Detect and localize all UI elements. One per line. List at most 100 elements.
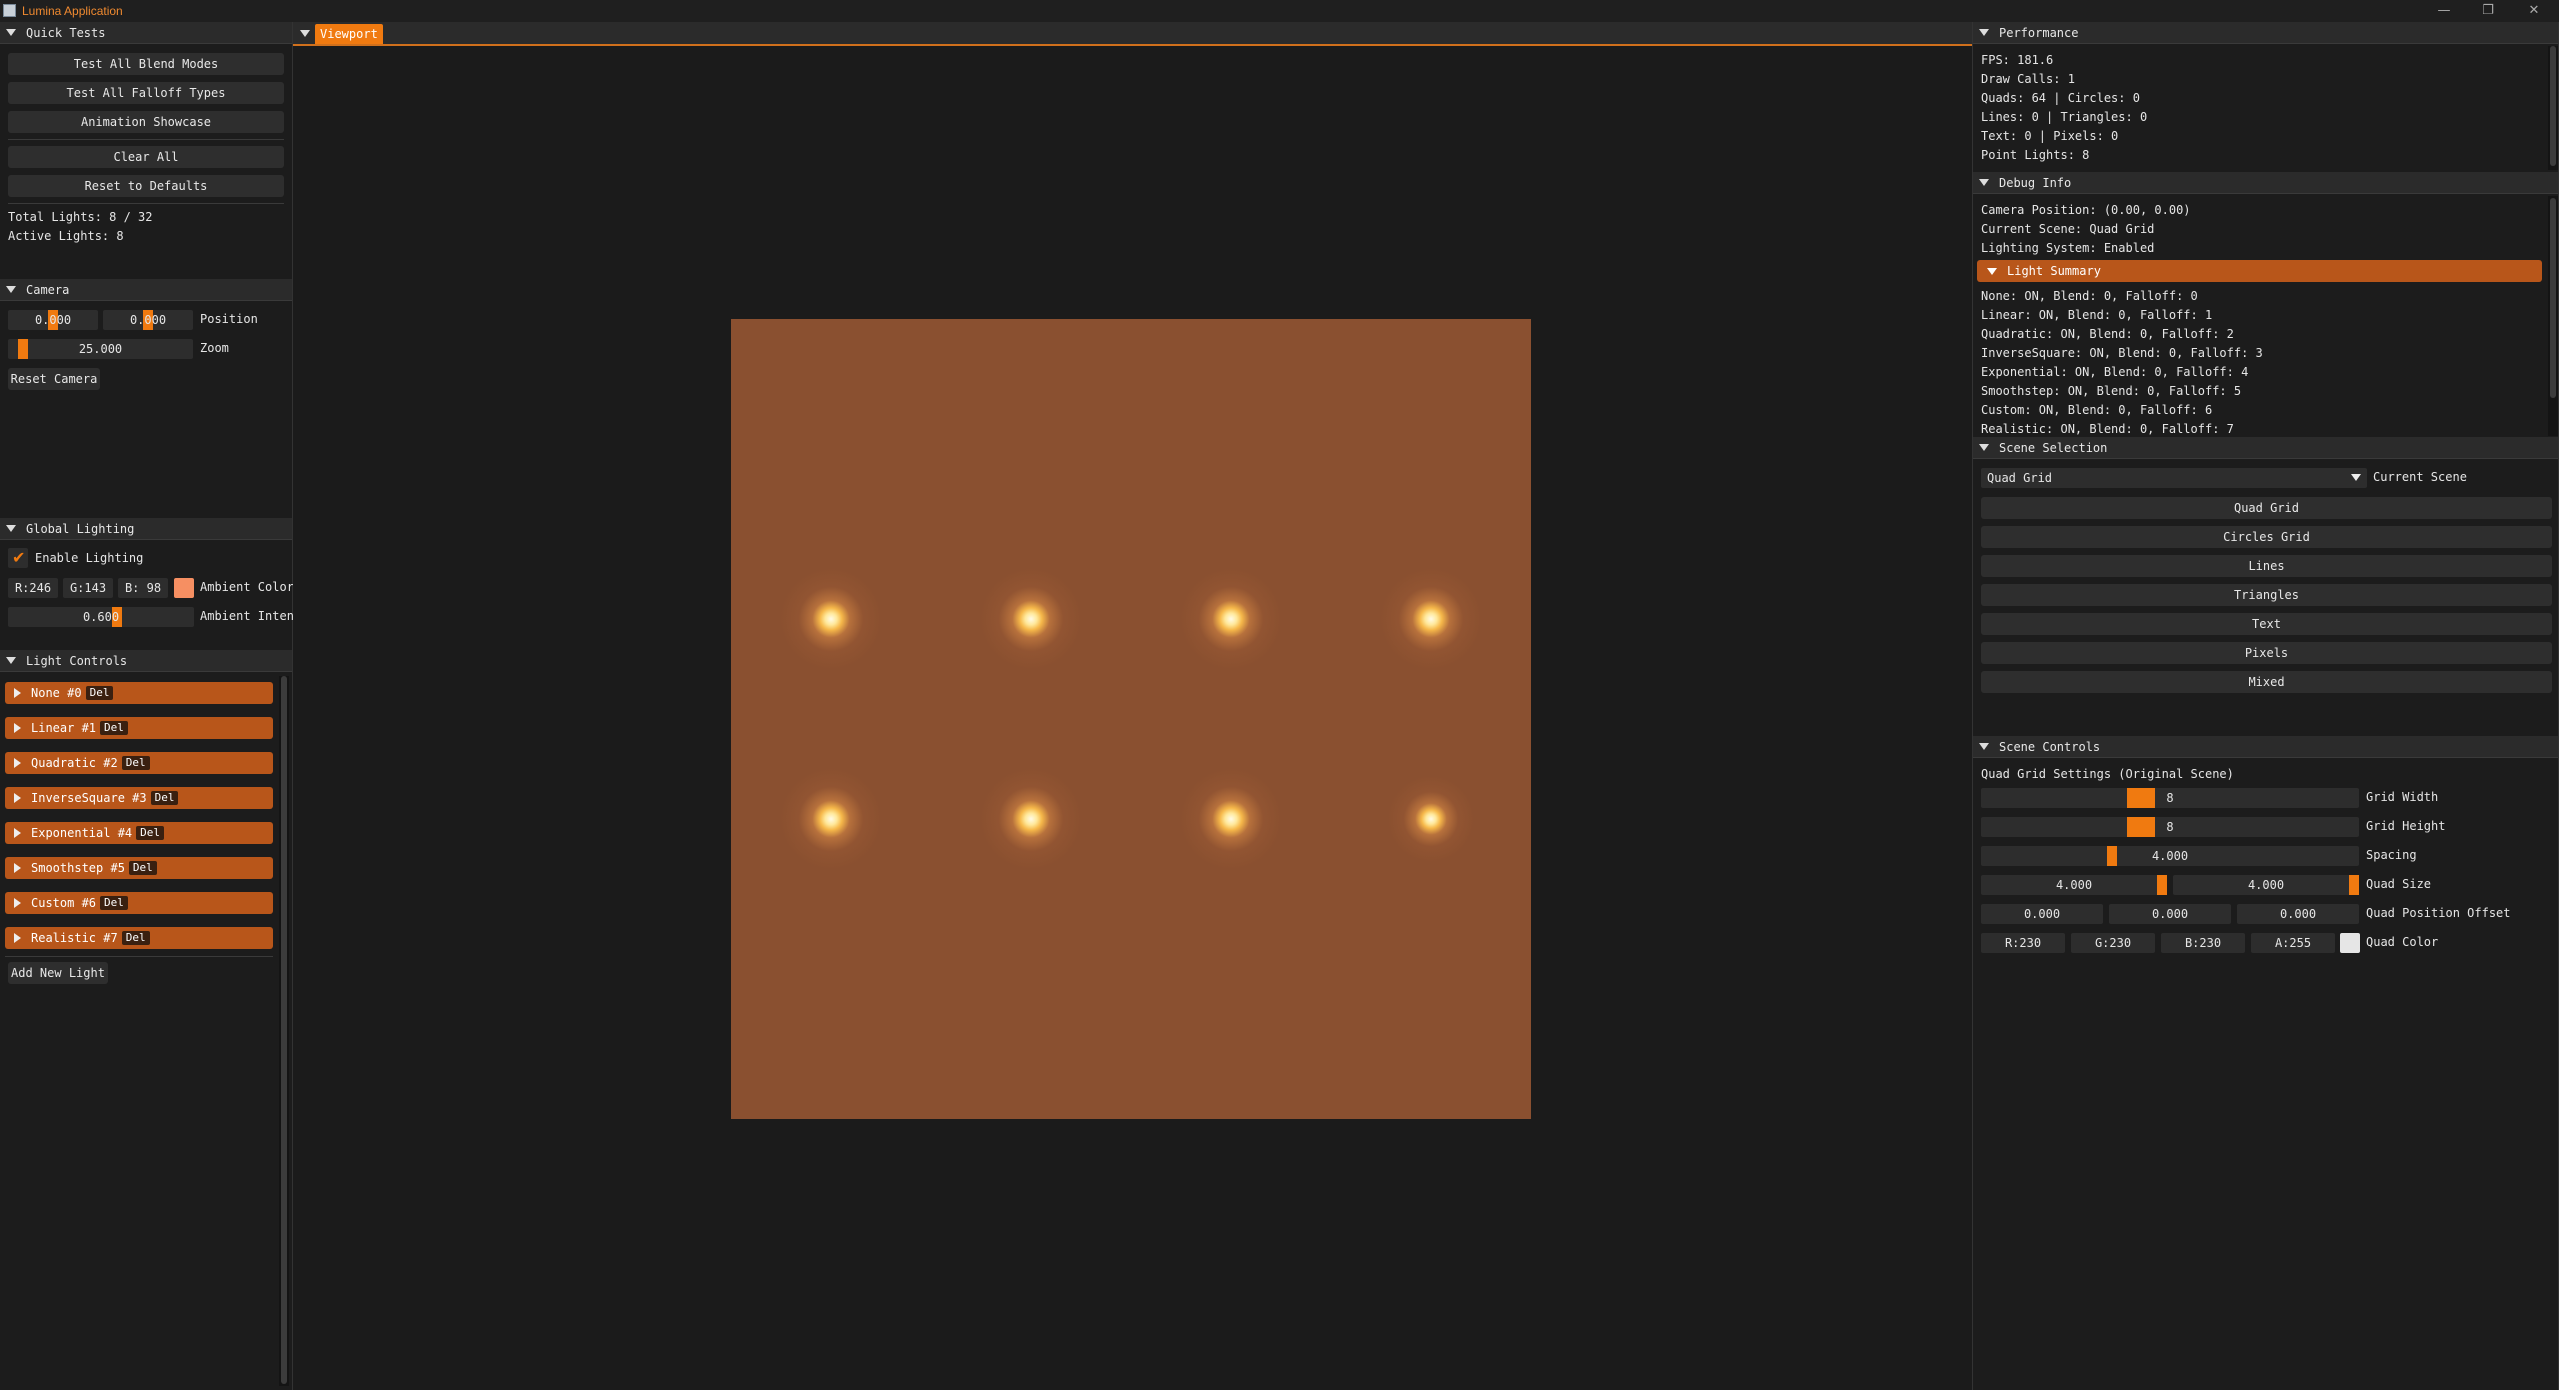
zoom-slider[interactable]: 25.000 bbox=[8, 339, 193, 359]
scroll-thumb[interactable] bbox=[2550, 198, 2556, 398]
light-item[interactable]: Realistic #7 Del bbox=[5, 927, 273, 949]
summary-line: None: ON, Blend: 0, Falloff: 0 bbox=[1981, 289, 2198, 303]
light-item[interactable]: None #0 Del bbox=[5, 682, 273, 704]
scene-dropdown[interactable]: Quad Grid bbox=[1981, 468, 2367, 488]
slider-grab[interactable] bbox=[2349, 875, 2359, 895]
delete-light-button[interactable]: Del bbox=[85, 686, 114, 700]
summary-line: Linear: ON, Blend: 0, Falloff: 1 bbox=[1981, 308, 2213, 322]
delete-light-button[interactable]: Del bbox=[136, 826, 165, 840]
quick-tests-header[interactable]: Quick Tests bbox=[0, 22, 292, 44]
debug-info-panel: Debug Info Camera Position: (0.00, 0.00)… bbox=[1972, 172, 2559, 438]
light-summary-header[interactable]: Light Summary bbox=[1977, 260, 2542, 282]
slider-grab[interactable] bbox=[2127, 817, 2155, 837]
collapse-icon bbox=[1979, 743, 1989, 750]
close-button[interactable]: ✕ bbox=[2514, 2, 2554, 20]
light-controls-scrollbar[interactable] bbox=[279, 676, 289, 1386]
scene-text-button[interactable]: Text bbox=[1981, 613, 2552, 635]
light-item[interactable]: Smoothstep #5 Del bbox=[5, 857, 273, 879]
quad-color-swatch[interactable] bbox=[2340, 933, 2360, 953]
offset-y-field[interactable]: 0.000 bbox=[2109, 904, 2231, 924]
quads-circles-text: Quads: 64 | Circles: 0 bbox=[1981, 91, 2140, 105]
summary-line: Realistic: ON, Blend: 0, Falloff: 7 bbox=[1981, 422, 2234, 436]
scene-circles-grid-button[interactable]: Circles Grid bbox=[1981, 526, 2552, 548]
test-blend-modes-button[interactable]: Test All Blend Modes bbox=[8, 53, 284, 75]
quad-a-field[interactable]: A:255 bbox=[2251, 933, 2335, 953]
spacing-slider[interactable]: 4.000 bbox=[1981, 846, 2359, 866]
quad-height-slider[interactable]: 4.000 bbox=[2173, 875, 2359, 895]
panel-title: Quick Tests bbox=[26, 25, 106, 40]
title-bar: Lumina Application — ❐ ✕ bbox=[0, 0, 2559, 22]
panel-title: Camera bbox=[26, 282, 70, 297]
delete-light-button[interactable]: Del bbox=[128, 861, 157, 875]
point-light bbox=[1171, 759, 1291, 879]
quad-r-field[interactable]: R:230 bbox=[1981, 933, 2065, 953]
light-item[interactable]: InverseSquare #3 Del bbox=[5, 787, 273, 809]
lines-triangles-text: Lines: 0 | Triangles: 0 bbox=[1981, 110, 2148, 124]
test-falloff-types-button[interactable]: Test All Falloff Types bbox=[8, 82, 284, 104]
ambient-r-field[interactable]: R:246 bbox=[8, 578, 58, 598]
delete-light-button[interactable]: Del bbox=[121, 931, 150, 945]
add-light-button[interactable]: Add New Light bbox=[8, 962, 108, 984]
light-item[interactable]: Exponential #4 Del bbox=[5, 822, 273, 844]
restore-button[interactable]: ❐ bbox=[2468, 2, 2508, 20]
minimize-button[interactable]: — bbox=[2424, 2, 2464, 20]
light-item[interactable]: Custom #6 Del bbox=[5, 892, 273, 914]
grid-height-slider[interactable]: 8 bbox=[1981, 817, 2359, 837]
scene-controls-header[interactable]: Scene Controls bbox=[1973, 736, 2558, 758]
delete-light-button[interactable]: Del bbox=[100, 896, 128, 910]
debug-info-header[interactable]: Debug Info bbox=[1973, 172, 2558, 194]
light-item[interactable]: Quadratic #2 Del bbox=[5, 752, 273, 774]
clear-all-button[interactable]: Clear All bbox=[8, 146, 284, 168]
tab-viewport[interactable]: Viewport bbox=[315, 24, 383, 44]
grid-width-slider[interactable]: 8 bbox=[1981, 788, 2359, 808]
ambient-g-field[interactable]: G:143 bbox=[63, 578, 113, 598]
light-label: Realistic #7 bbox=[31, 931, 118, 945]
scene-selection-header[interactable]: Scene Selection bbox=[1973, 437, 2558, 459]
light-controls-header[interactable]: Light Controls bbox=[0, 650, 292, 672]
camera-pos-x-field[interactable]: 0.000 bbox=[8, 310, 98, 330]
collapse-icon bbox=[1979, 29, 1989, 36]
ambient-color-swatch[interactable] bbox=[174, 578, 194, 598]
summary-line: Exponential: ON, Blend: 0, Falloff: 4 bbox=[1981, 365, 2249, 379]
point-lights-text: Point Lights: 8 bbox=[1981, 148, 2090, 162]
ambient-b-field[interactable]: B: 98 bbox=[118, 578, 168, 598]
global-lighting-header[interactable]: Global Lighting bbox=[0, 518, 292, 540]
performance-scrollbar[interactable] bbox=[2548, 46, 2558, 170]
delete-light-button[interactable]: Del bbox=[100, 721, 128, 735]
scroll-thumb[interactable] bbox=[281, 676, 287, 1384]
quad-width-slider[interactable]: 4.000 bbox=[1981, 875, 2167, 895]
camera-pos-y-field[interactable]: 0.000 bbox=[103, 310, 193, 330]
quad-b-field[interactable]: B:230 bbox=[2161, 933, 2245, 953]
scene-lines-button[interactable]: Lines bbox=[1981, 555, 2552, 577]
scene-pixels-button[interactable]: Pixels bbox=[1981, 642, 2552, 664]
offset-z-field[interactable]: 0.000 bbox=[2237, 904, 2359, 924]
reset-defaults-button[interactable]: Reset to Defaults bbox=[8, 175, 284, 197]
collapse-icon bbox=[6, 657, 16, 664]
panel-title: Scene Selection bbox=[1999, 440, 2108, 455]
camera-header[interactable]: Camera bbox=[0, 279, 292, 301]
slider-grab[interactable] bbox=[2127, 788, 2155, 808]
performance-header[interactable]: Performance bbox=[1973, 22, 2558, 44]
debug-scrollbar[interactable] bbox=[2548, 196, 2558, 436]
quad-g-field[interactable]: G:230 bbox=[2071, 933, 2155, 953]
reset-camera-button[interactable]: Reset Camera bbox=[8, 368, 100, 390]
slider-grab[interactable] bbox=[2107, 846, 2117, 866]
current-scene-label: Current Scene bbox=[2373, 470, 2467, 484]
scroll-thumb[interactable] bbox=[2550, 46, 2556, 166]
delete-light-button[interactable]: Del bbox=[150, 791, 179, 805]
offset-x-field[interactable]: 0.000 bbox=[1981, 904, 2103, 924]
delete-light-button[interactable]: Del bbox=[121, 756, 150, 770]
scene-quad-grid-button[interactable]: Quad Grid bbox=[1981, 497, 2552, 519]
scene-mixed-button[interactable]: Mixed bbox=[1981, 671, 2552, 693]
slider-grab[interactable] bbox=[2157, 875, 2167, 895]
point-light bbox=[771, 559, 891, 679]
render-canvas[interactable] bbox=[731, 319, 1531, 1119]
quick-tests-panel: Quick Tests Test All Blend Modes Test Al… bbox=[0, 22, 293, 280]
ambient-intensity-slider[interactable]: 0.600 bbox=[8, 607, 194, 627]
enable-lighting-checkbox[interactable]: ✔ bbox=[8, 548, 28, 568]
scene-triangles-button[interactable]: Triangles bbox=[1981, 584, 2552, 606]
animation-showcase-button[interactable]: Animation Showcase bbox=[8, 111, 284, 133]
performance-panel: Performance FPS: 181.6 Draw Calls: 1 Qua… bbox=[1972, 22, 2559, 173]
slider-grab[interactable] bbox=[18, 339, 28, 359]
light-item[interactable]: Linear #1 Del bbox=[5, 717, 273, 739]
